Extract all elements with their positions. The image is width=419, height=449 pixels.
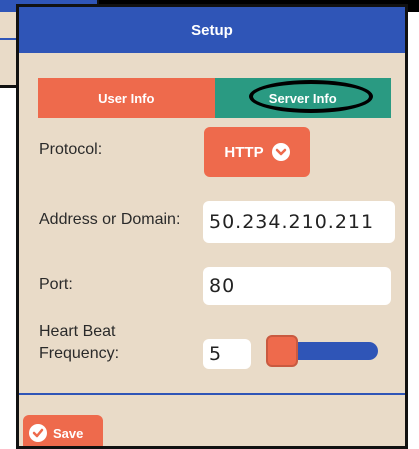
tab-server-info-label: Server Info xyxy=(268,90,337,106)
save-button[interactable]: Save xyxy=(23,415,103,446)
port-input[interactable]: 80 xyxy=(203,267,391,305)
address-input[interactable]: 50.234.210.211 xyxy=(203,201,395,243)
heartbeat-label-line1: Heart Beat xyxy=(39,323,116,340)
address-label: Address or Domain: xyxy=(39,211,181,228)
protocol-label: Protocol: xyxy=(39,141,103,158)
port-label: Port: xyxy=(39,276,73,293)
save-label: Save xyxy=(53,425,84,441)
tab-server-info[interactable]: Server Info xyxy=(214,78,391,118)
heartbeat-input[interactable]: 5 xyxy=(203,339,251,369)
tab-bar: User Info Server Info xyxy=(38,78,391,118)
protocol-value: HTTP xyxy=(224,143,264,161)
dialog-title: Setup xyxy=(19,7,405,53)
checkmark-icon xyxy=(29,424,47,442)
footer-divider xyxy=(19,393,405,395)
tab-user-info-label: User Info xyxy=(98,90,155,106)
protocol-dropdown[interactable]: HTTP xyxy=(204,127,310,177)
chevron-down-icon xyxy=(271,143,290,161)
heartbeat-slider-handle[interactable] xyxy=(266,335,298,367)
tab-user-info[interactable]: User Info xyxy=(38,78,215,118)
setup-dialog: Setup User Info Server Info Protocol: HT… xyxy=(16,4,408,449)
heartbeat-label-line2: Frequency: xyxy=(39,345,120,362)
